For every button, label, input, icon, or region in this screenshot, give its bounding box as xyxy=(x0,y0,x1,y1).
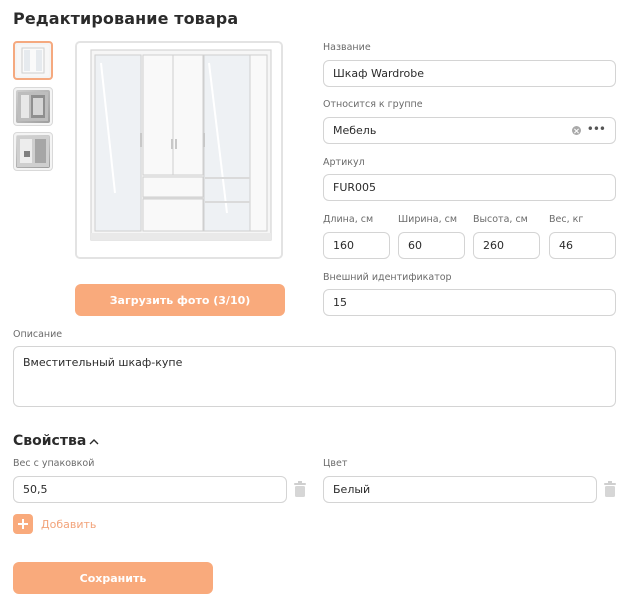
chevron-up-icon[interactable] xyxy=(88,436,100,448)
trash-icon[interactable] xyxy=(603,480,617,498)
property-value-2: Белый xyxy=(333,483,371,496)
property-label-1: Вес с упаковкой xyxy=(13,458,95,469)
description-textarea[interactable]: Вместительный шкаф-купе xyxy=(13,346,616,407)
ellipsis-icon[interactable]: ••• xyxy=(587,123,606,135)
external-id-label: Внешний идентификатор xyxy=(323,272,452,283)
upload-photo-button[interactable]: Загрузить фото (3/10) xyxy=(75,284,285,316)
wardrobe-thumbnail-image xyxy=(21,47,45,74)
group-select[interactable]: Мебель ••• xyxy=(323,117,616,144)
trash-icon[interactable] xyxy=(293,480,307,498)
add-property-button[interactable]: Добавить xyxy=(13,514,96,534)
properties-title: Свойства xyxy=(13,433,87,449)
name-value: Шкаф Wardrobe xyxy=(333,67,425,80)
weight-input[interactable]: 46 xyxy=(549,232,616,259)
group-value: Мебель xyxy=(333,124,377,137)
save-button[interactable]: Сохранить xyxy=(13,562,213,594)
width-label: Ширина, см xyxy=(398,214,457,225)
photo-thumbnail-1[interactable] xyxy=(13,41,53,80)
clear-icon[interactable] xyxy=(571,126,581,135)
width-value: 60 xyxy=(408,239,422,252)
property-label-2: Цвет xyxy=(323,458,348,469)
main-product-photo xyxy=(75,41,283,259)
weight-value: 46 xyxy=(559,239,573,252)
property-value-input-1[interactable]: 50,5 xyxy=(13,476,287,503)
external-id-input[interactable]: 15 xyxy=(323,289,616,316)
height-input[interactable]: 260 xyxy=(473,232,540,259)
interior-thumbnail-image xyxy=(18,92,48,121)
length-input[interactable]: 160 xyxy=(323,232,390,259)
length-label: Длина, см xyxy=(323,214,374,225)
sku-value: FUR005 xyxy=(333,181,377,194)
wardrobe-image xyxy=(77,43,281,257)
name-input[interactable]: Шкаф Wardrobe xyxy=(323,60,616,87)
photo-thumbnail-2[interactable] xyxy=(13,87,53,126)
photo-thumbnail-3[interactable] xyxy=(13,132,53,171)
room-thumbnail-image xyxy=(17,136,49,167)
height-value: 260 xyxy=(483,239,504,252)
name-label: Название xyxy=(323,42,371,53)
page-title: Редактирование товара xyxy=(13,9,239,28)
plus-icon xyxy=(13,514,33,534)
property-value-input-2[interactable]: Белый xyxy=(323,476,597,503)
sku-input[interactable]: FUR005 xyxy=(323,174,616,201)
description-value: Вместительный шкаф-купе xyxy=(23,356,183,369)
height-label: Высота, см xyxy=(473,214,528,225)
sku-label: Артикул xyxy=(323,157,365,168)
weight-label: Вес, кг xyxy=(549,214,584,225)
external-id-value: 15 xyxy=(333,296,347,309)
length-value: 160 xyxy=(333,239,354,252)
width-input[interactable]: 60 xyxy=(398,232,465,259)
group-label: Относится к группе xyxy=(323,99,423,110)
description-label: Описание xyxy=(13,329,63,340)
add-property-label: Добавить xyxy=(41,517,97,531)
property-value-1: 50,5 xyxy=(23,483,48,496)
